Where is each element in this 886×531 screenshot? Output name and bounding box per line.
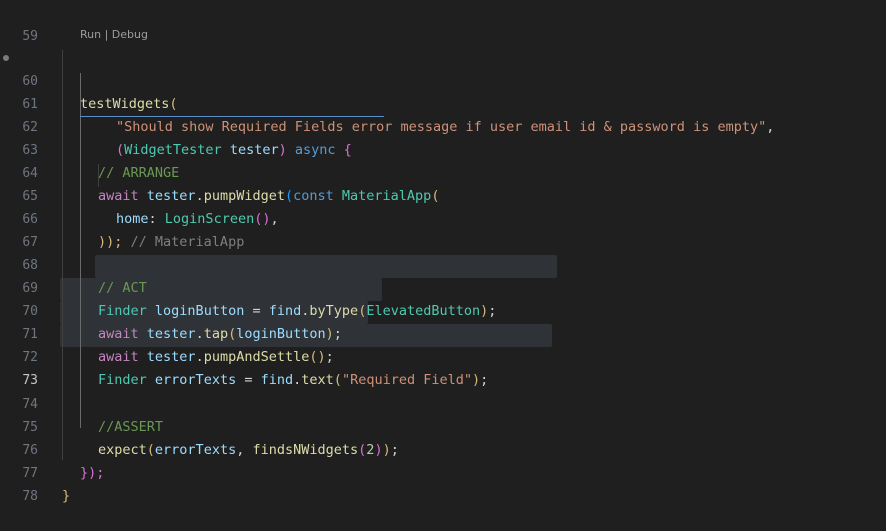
code-line-70: 70 await tester.tap(loginButton);: [0, 277, 886, 342]
code-line-61: 61 "Should show Required Fields error me…: [0, 70, 886, 135]
code-line-75: 75 expect(errorTexts, findsNWidgets(2));: [0, 393, 886, 458]
line-number: 78: [22, 489, 38, 504]
code-line-72: 72 Finder errorTexts = find.text("Requir…: [0, 323, 886, 388]
token: }: [62, 488, 71, 504]
code-line-62: 62 (WidgetTester tester) async {: [0, 93, 886, 158]
codelens-run-debug[interactable]: Run | Debug: [80, 27, 148, 43]
code-line-73: 73: [0, 346, 886, 388]
code-line-68: 68 // ACT: [0, 231, 886, 296]
code-line-65: 65 home: LoginScreen(),: [0, 162, 886, 227]
code-line-74: 74 //ASSERT: [0, 370, 886, 435]
code-line-67: 67: [0, 208, 886, 250]
code-line-77: 77 }: [0, 439, 886, 504]
line-number: 59: [22, 29, 38, 44]
code-line-76: 76 });: [0, 416, 886, 481]
code-line-66: 66 )); // MaterialApp: [0, 185, 886, 250]
code-line-78: 78: [0, 462, 886, 504]
line-code: }: [62, 485, 70, 508]
code-line-59: 59: [0, 2, 886, 44]
code-line-64: 64 await tester.pumpWidget(const Materia…: [0, 139, 886, 204]
code-line-69: 69 Finder loginButton = find.byType(Elev…: [0, 254, 886, 319]
code-line-63: 63 // ARRANGE: [0, 116, 886, 181]
code-editor[interactable]: Run | Debug 59 60 testWidgets( 61 "Shoul…: [0, 0, 886, 504]
code-line-60: 60 testWidgets(: [0, 47, 886, 112]
code-line-71: 71 await tester.pumpAndSettle();: [0, 300, 886, 365]
